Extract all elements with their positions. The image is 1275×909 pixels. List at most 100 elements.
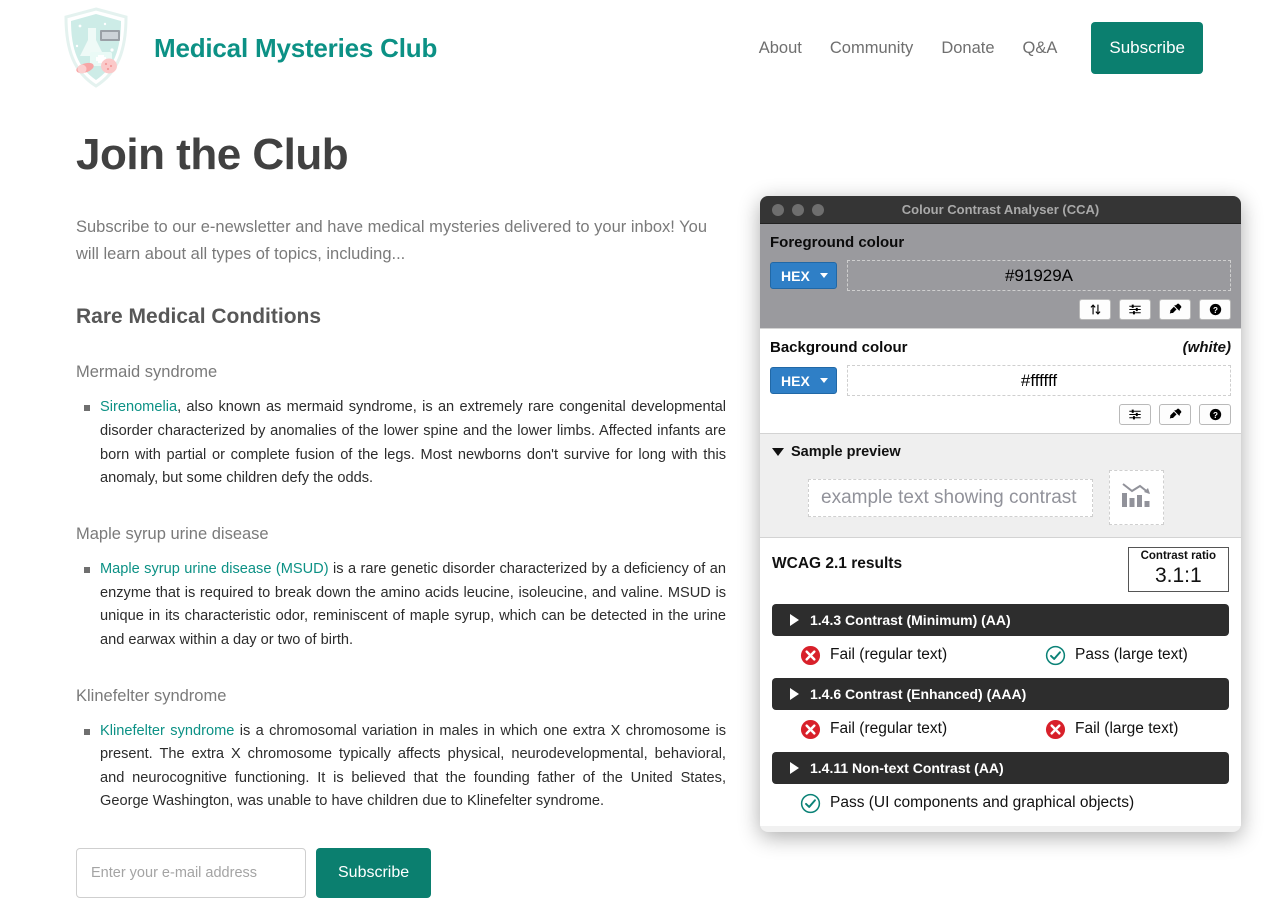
condition-list-mermaid: Sirenomelia, also known as mermaid syndr… [76,396,726,491]
sample-preview-panel: Sample preview example text showing cont… [760,433,1241,537]
foreground-colour-row: HEX #91929A [770,260,1231,291]
background-colour-row: HEX #ffffff [770,365,1231,396]
background-panel-head: Background colour (white) [770,339,1231,356]
result-item: Fail (regular text) [800,645,1045,666]
background-label: Background colour [770,339,908,356]
condition-heading-msud: Maple syrup urine disease [76,525,269,543]
sample-preview-label: Sample preview [791,444,901,460]
foreground-format-select-wrap[interactable]: HEX [770,262,837,289]
chevron-right-icon [790,687,799,700]
list-item: Sirenomelia, also known as mermaid syndr… [84,396,726,491]
medical-mysteries-shield-logo [60,6,132,90]
background-colour-input[interactable]: #ffffff [847,365,1231,396]
subscribe-nav-button[interactable]: Subscribe [1091,22,1203,74]
criterion-1-4-6-title: 1.4.6 Contrast (Enhanced) (AAA) [810,685,1027,702]
wcag-results-head: WCAG 2.1 results Contrast ratio 3.1:1 [772,547,1229,592]
result-text: Fail (regular text) [830,646,948,664]
chevron-right-icon [790,761,799,774]
criterion-1-4-3-results: Fail (regular text) Pass (large text) [772,645,1229,666]
intro-paragraph: Subscribe to our e-newsletter and have m… [76,218,708,263]
result-item: Pass (UI components and graphical object… [800,793,1134,814]
background-colour-note: (white) [1182,339,1231,356]
list-item: Maple syrup urine disease (MSUD) is a ra… [84,558,726,653]
cca-window-title: Colour Contrast Analyser (CCA) [901,202,1100,217]
section-title: Rare Medical Conditions [76,305,322,329]
condition-heading-mermaid: Mermaid syndrome [76,363,218,382]
colour-contrast-analyser-window: Colour Contrast Analyser (CCA) Foregroun… [760,196,1241,832]
sliders-icon[interactable] [1119,404,1151,425]
condition-list-klinefelter: Klinefelter syndrome is a chromosomal va… [76,720,726,815]
eyedropper-icon[interactable] [1159,299,1191,320]
maximize-window-button[interactable] [812,203,824,216]
sample-preview-row: example text showing contrast [772,470,1231,525]
criterion-1-4-6-header[interactable]: 1.4.6 Contrast (Enhanced) (AAA) [772,677,1229,710]
background-format-select-wrap[interactable]: HEX [770,367,837,394]
chevron-down-icon [772,448,784,456]
result-item: Pass (large text) [1045,645,1188,666]
help-icon[interactable]: ? [1199,404,1231,425]
list-item: Klinefelter syndrome is a chromosomal va… [84,720,726,815]
result-text: Fail (large text) [1075,720,1179,738]
nav-link-donate[interactable]: Donate [927,39,1008,58]
cca-titlebar[interactable]: Colour Contrast Analyser (CCA) [760,196,1241,224]
nav-link-about[interactable]: About [745,39,816,58]
sample-graphic-preview [1109,470,1164,525]
brand-name: Medical Mysteries Club [154,32,438,63]
sample-text-preview: example text showing contrast [808,478,1093,517]
foreground-colour-panel: Foreground colour HEX #91929A ? [760,224,1241,328]
criterion-1-4-11-header[interactable]: 1.4.11 Non-text Contrast (AA) [772,751,1229,784]
help-icon[interactable]: ? [1199,299,1231,320]
sample-preview-disclosure[interactable]: Sample preview [772,444,1231,460]
criterion-1-4-6-results: Fail (regular text) Fail (large text) [772,719,1229,740]
page-root: Medical Mysteries Club About Community D… [0,0,1275,909]
email-field[interactable] [76,848,306,899]
eyedropper-icon[interactable] [1159,404,1191,425]
condition-list-msud: Maple syrup urine disease (MSUD) is a ra… [76,558,726,653]
subscribe-form: Subscribe [76,848,726,899]
criterion-1-4-3-title: 1.4.3 Contrast (Minimum) (AA) [810,611,1011,628]
criterion-1-4-11-title: 1.4.11 Non-text Contrast (AA) [810,759,1004,776]
fail-icon [800,645,821,666]
condition-link-sirenomelia[interactable]: Sirenomelia [100,399,177,415]
foreground-colour-input[interactable]: #91929A [847,260,1231,291]
fail-icon [1045,719,1066,740]
condition-link-msud[interactable]: Maple syrup urine disease (MSUD) [100,561,329,577]
pass-icon [1045,645,1066,666]
wcag-results-title: WCAG 2.1 results [772,555,903,572]
condition-heading-klinefelter: Klinefelter syndrome [76,686,227,705]
result-item: Fail (large text) [1045,719,1178,740]
foreground-format-select[interactable]: HEX [770,262,837,289]
svg-text:?: ? [1213,411,1218,420]
main-nav: About Community Donate Q&A Subscribe [745,22,1203,74]
swap-colours-icon[interactable] [1079,299,1111,320]
pass-icon [800,793,821,814]
contrast-ratio-value: 3.1:1 [1154,563,1202,587]
foreground-button-row: ? [770,299,1231,320]
condition-link-klinefelter[interactable]: Klinefelter syndrome [100,723,234,739]
background-format-select[interactable]: HEX [770,367,837,394]
foreground-panel-head: Foreground colour [770,234,1231,251]
criterion-1-4-11-results: Pass (UI components and graphical object… [772,793,1229,814]
foreground-label: Foreground colour [770,234,905,251]
background-button-row: ? [770,404,1231,425]
minimize-window-button[interactable] [792,203,804,216]
subscribe-submit-button[interactable]: Subscribe [316,848,432,899]
wcag-results-panel: WCAG 2.1 results Contrast ratio 3.1:1 1.… [760,537,1241,826]
criterion-1-4-3-header[interactable]: 1.4.3 Contrast (Minimum) (AA) [772,603,1229,636]
close-window-button[interactable] [772,203,784,216]
nav-link-community[interactable]: Community [816,39,927,58]
sliders-icon[interactable] [1119,299,1151,320]
chevron-right-icon [790,613,799,626]
background-colour-panel: Background colour (white) HEX #ffffff ? [760,328,1241,433]
result-item: Fail (regular text) [800,719,1045,740]
contrast-ratio-label: Contrast ratio [1140,550,1216,562]
result-text: Fail (regular text) [830,720,948,738]
nav-link-qa[interactable]: Q&A [1009,39,1072,58]
window-controls[interactable] [772,203,824,216]
svg-text:?: ? [1213,306,1218,315]
declining-bar-chart-icon [1120,479,1154,516]
condition-body: , also known as mermaid syndrome, is an … [100,399,726,487]
page-title: Join the Club [76,130,349,179]
brand[interactable]: Medical Mysteries Club [60,6,437,90]
contrast-ratio-box: Contrast ratio 3.1:1 [1127,547,1229,592]
